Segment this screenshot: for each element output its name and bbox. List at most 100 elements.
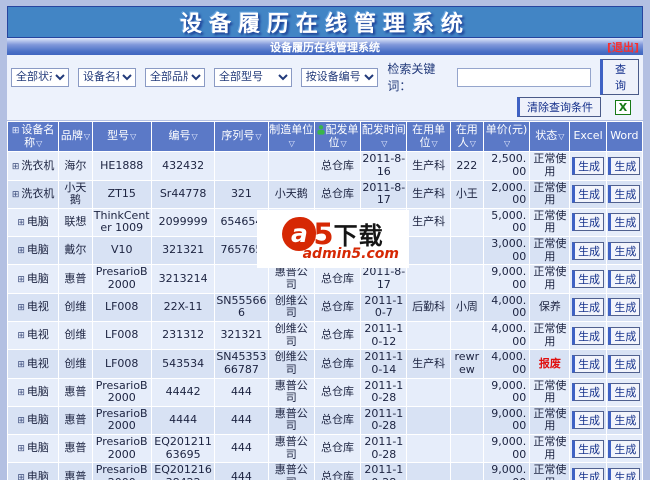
table-cell: 惠普公司 [268,435,314,463]
table-cell: 生成 [570,406,606,435]
excel-generate-button[interactable]: 生成 [572,213,605,232]
table-cell: PresarioB2000 [92,406,151,435]
table-cell: 生成 [606,463,642,480]
sort-icon[interactable]: ▽ [558,132,564,141]
word-generate-button[interactable]: 生成 [608,241,641,260]
model-filter-select[interactable]: 全部型号 [214,67,292,87]
table-row: ⊞电脑惠普PresarioB2000EQ20121638422444惠普公司总仓… [8,463,642,480]
expand-row-icon[interactable]: ⊞ [17,416,25,426]
sort-icon[interactable]: ▽ [192,132,198,141]
table-cell: 生成 [606,208,642,237]
filter-row-2: 清除查询条件 X [11,95,639,118]
expand-row-icon[interactable]: ⊞ [17,331,25,341]
table-cell [407,237,450,265]
sort-icon[interactable]: ▽ [340,139,346,148]
word-generate-button[interactable]: 生成 [608,411,641,430]
column-header-12[interactable]: 状态▽ [530,122,570,152]
word-generate-button[interactable]: 生成 [608,156,641,175]
table-cell: 生产科 [407,350,450,378]
excel-generate-button[interactable]: 生成 [572,439,605,458]
table-cell: 2099999 [151,208,215,237]
brand-filter-select[interactable]: 全部品牌 [145,67,205,87]
search-button[interactable]: 查 询 [599,59,640,95]
search-field-select[interactable]: 按设备编号 [300,67,379,87]
excel-generate-button[interactable]: 生成 [572,156,605,175]
excel-generate-button[interactable]: 生成 [572,468,605,480]
column-header-9[interactable]: 在用单位▽ [407,122,450,152]
expand-row-icon[interactable]: ⊞ [17,360,25,370]
expand-row-icon[interactable]: ⊞ [17,303,25,313]
excel-generate-button[interactable]: 生成 [572,270,605,289]
column-header-1[interactable]: ⊞ 设备名称▽ [8,122,59,152]
expand-row-icon[interactable]: ⊞ [17,275,25,285]
sort-icon[interactable]: ▽ [255,132,261,141]
keyword-input[interactable] [456,67,591,87]
keyword-label: 检索关键词： [387,62,436,93]
word-generate-button[interactable]: 生成 [608,298,641,317]
expand-row-icon[interactable]: ⊞ [12,162,20,172]
status-filter-select[interactable]: 全部状态 [11,67,69,87]
table-cell: 生成 [606,152,642,180]
column-header-6[interactable]: 制造单位▽ [268,122,314,152]
table-cell: 生成 [606,237,642,265]
column-header-2[interactable]: 品牌▽ [59,122,92,152]
excel-generate-button[interactable]: 生成 [572,298,605,317]
table-cell: 生成 [606,435,642,463]
excel-generate-button[interactable]: 生成 [572,185,605,204]
excel-generate-button[interactable]: 生成 [572,383,605,402]
table-cell: 2,500.00 [483,152,530,180]
sort-icon[interactable]: ▽ [84,132,90,141]
table-cell [450,237,483,265]
column-header-3[interactable]: 型号▽ [92,122,151,152]
table-row: ⊞ 电视 创维 LF008 543534 SN4535366787 创维公司 总仓库 2011-… [8,350,642,378]
table-cell: 正常使用 [530,406,570,435]
word-generate-button[interactable]: 生成 [608,468,641,480]
expand-row-icon[interactable]: ⊞ [17,246,25,256]
expand-row-icon[interactable]: ⊞ [12,190,20,200]
sort-icon[interactable]: ▽ [36,139,42,148]
word-generate-button[interactable]: 生成 [608,439,641,458]
column-header-8[interactable]: 配发时间▽ [361,122,407,152]
sort-icon[interactable]: ▽ [130,132,136,141]
word-generate-button[interactable]: 生成 [608,185,641,204]
table-cell: 生成 [570,180,606,208]
table-cell: 2011-10-28 [361,406,407,435]
column-header-11[interactable]: 单价(元)▽ [483,122,530,152]
excel-generate-button[interactable]: 生成 [572,326,605,345]
sort-icon[interactable]: ▽ [432,139,438,148]
column-header-4[interactable]: 编号▽ [151,122,215,152]
excel-generate-button[interactable]: 生成 [572,241,605,260]
expand-row-icon[interactable]: ⊞ [17,473,25,480]
expand-row-icon[interactable]: ⊞ [17,388,25,398]
word-generate-button[interactable]: 生成 [608,326,641,345]
expand-row-icon[interactable]: ⊞ [17,218,25,228]
sort-icon[interactable]: ▽ [470,139,476,148]
word-generate-button[interactable]: 生成 [608,270,641,289]
word-generate-button[interactable]: 生成 [608,213,641,232]
word-generate-button[interactable]: 生成 [608,383,641,402]
excel-export-icon[interactable]: X [615,99,631,115]
logout-link[interactable]: [退出] [607,39,639,55]
table-cell: 321321 [215,321,268,350]
table-cell: 报废 [530,350,570,378]
table-cell: 生成 [570,208,606,237]
column-header-7[interactable]: 配发单位▽ [314,122,361,152]
device-name-filter-select[interactable]: 设备名称 [78,67,136,87]
sort-icon[interactable]: ▽ [504,139,510,148]
word-generate-button[interactable]: 生成 [608,354,641,373]
sort-icon[interactable]: ▽ [381,139,387,148]
column-header-10[interactable]: 在用人▽ [450,122,483,152]
sort-icon[interactable]: ▽ [289,139,295,148]
column-header-5[interactable]: 序列号▽ [215,122,268,152]
table-cell: 9,000.00 [483,378,530,406]
expand-row-icon[interactable]: ⊞ [17,444,25,454]
subheader-bar: 设备履历在线管理系统 [退出] [7,38,643,55]
table-row: ⊞ 电脑 惠普 PresarioB2000 44442 444 惠普公司 总仓库 2011-10… [8,378,642,406]
table-cell [215,152,268,180]
excel-generate-button[interactable]: 生成 [572,354,605,373]
table-cell: 2011-8-16 [361,152,407,180]
clear-filters-button[interactable]: 清除查询条件 [517,97,601,117]
excel-generate-button[interactable]: 生成 [572,411,605,430]
table-cell [450,406,483,435]
table-cell [450,265,483,293]
